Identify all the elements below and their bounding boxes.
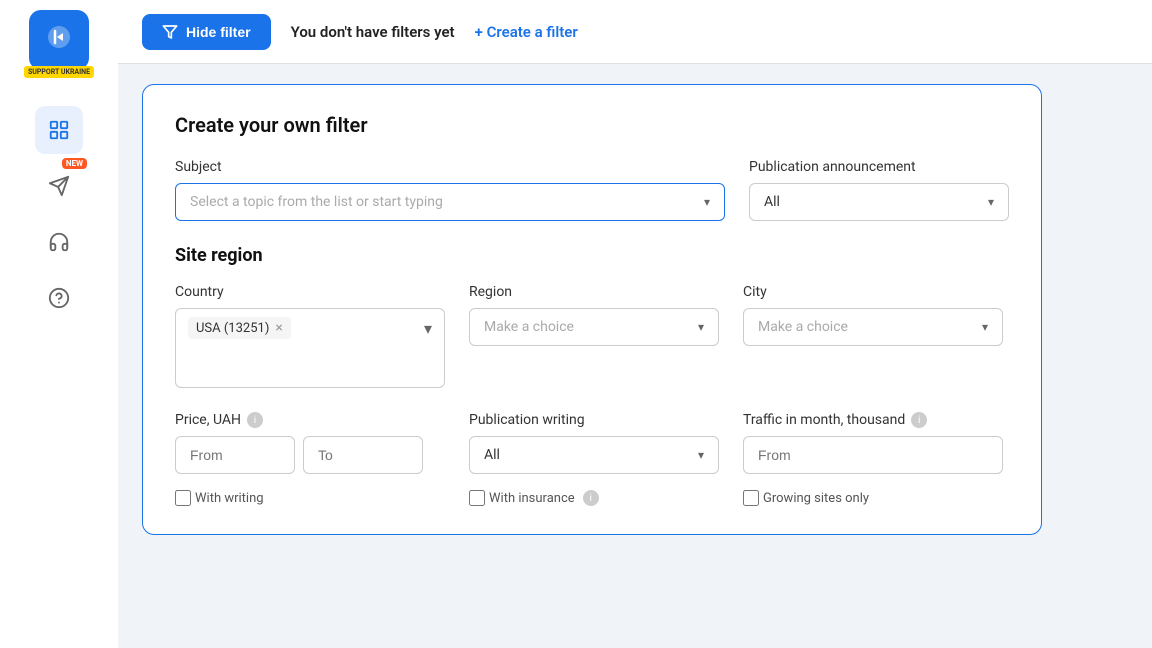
growing-sites-label: Growing sites only [763, 491, 869, 506]
traffic-info-icon[interactable]: i [911, 412, 927, 428]
publication-group: Publication announcement All ▾ [749, 159, 1009, 221]
sidebar-item-documents[interactable] [35, 106, 83, 154]
insurance-info-icon[interactable]: i [583, 490, 599, 506]
traffic-label: Traffic in month, thousand [743, 412, 905, 428]
with-insurance-checkbox[interactable] [469, 490, 485, 506]
hide-filter-label: Hide filter [186, 24, 251, 40]
country-tag-value: USA (13251) [196, 321, 269, 336]
price-label-row: Price, UAH i [175, 412, 445, 428]
hide-filter-button[interactable]: Hide filter [142, 14, 271, 50]
insurance-checkbox-row: With insurance i [469, 490, 719, 506]
price-checkbox-row: With writing [175, 490, 445, 506]
pub-writing-value: All [484, 447, 500, 463]
main: Hide filter You don't have filters yet +… [118, 0, 1152, 648]
with-writing-label: With writing [195, 491, 264, 506]
country-label: Country [175, 284, 445, 300]
logo-icon [45, 23, 73, 57]
publication-select[interactable]: All ▾ [749, 183, 1009, 221]
remove-tag-icon[interactable]: × [275, 320, 282, 336]
country-tag: USA (13251) × [188, 317, 291, 339]
site-region-title: Site region [175, 245, 1009, 266]
chevron-down-icon: ▾ [704, 195, 710, 209]
filter-title: Create your own filter [175, 113, 1009, 137]
subject-row: Subject Select a topic from the list or … [175, 159, 1009, 221]
sidebar-nav: NEW [0, 106, 118, 322]
logo: SUPPORT UKRAINE [29, 10, 89, 70]
filter-icon [162, 24, 178, 40]
price-to-input[interactable] [303, 436, 423, 474]
site-region-row: Country USA (13251) × ▾ Region Make a ch… [175, 284, 1009, 388]
traffic-label-row: Traffic in month, thousand i [743, 412, 1003, 428]
growing-checkbox-row: Growing sites only [743, 490, 1003, 506]
city-select[interactable]: Make a choice ▾ [743, 308, 1003, 346]
country-chevron-icon: ▾ [424, 319, 432, 338]
publication-value: All [764, 194, 780, 210]
chevron-down-icon: ▾ [982, 320, 988, 334]
price-from-input[interactable] [175, 436, 295, 474]
filter-card: Create your own filter Subject Select a … [142, 84, 1042, 535]
chevron-down-icon: ▾ [988, 195, 994, 209]
sidebar: SUPPORT UKRAINE NEW [0, 0, 118, 648]
region-placeholder: Make a choice [484, 319, 574, 335]
no-filters-text: You don't have filters yet [291, 23, 455, 41]
create-filter-link[interactable]: + Create a filter [475, 23, 578, 41]
city-placeholder: Make a choice [758, 319, 848, 335]
country-group: Country USA (13251) × ▾ [175, 284, 445, 388]
city-group: City Make a choice ▾ [743, 284, 1003, 388]
with-writing-checkbox[interactable] [175, 490, 191, 506]
price-info-icon[interactable]: i [247, 412, 263, 428]
subject-group: Subject Select a topic from the list or … [175, 159, 725, 221]
pub-writing-select[interactable]: All ▾ [469, 436, 719, 474]
price-row: Price, UAH i With writing Publication wr… [175, 412, 1009, 506]
sidebar-item-help[interactable] [35, 274, 83, 322]
support-badge: SUPPORT UKRAINE [24, 66, 94, 78]
content: Create your own filter Subject Select a … [118, 64, 1152, 648]
topbar: Hide filter You don't have filters yet +… [118, 0, 1152, 64]
chevron-down-icon: ▾ [698, 448, 704, 462]
growing-sites-checkbox[interactable] [743, 490, 759, 506]
region-group: Region Make a choice ▾ [469, 284, 719, 388]
price-label: Price, UAH [175, 412, 241, 428]
subject-placeholder: Select a topic from the list or start ty… [190, 194, 443, 210]
traffic-from-input[interactable] [743, 436, 1003, 474]
city-label: City [743, 284, 1003, 300]
pub-writing-label: Publication writing [469, 412, 719, 428]
sidebar-item-support[interactable] [35, 218, 83, 266]
region-label: Region [469, 284, 719, 300]
traffic-group: Traffic in month, thousand i Growing sit… [743, 412, 1003, 506]
sidebar-item-send[interactable]: NEW [35, 162, 83, 210]
price-range-inputs [175, 436, 445, 474]
new-badge: NEW [62, 158, 87, 169]
price-group: Price, UAH i With writing [175, 412, 445, 506]
chevron-down-icon: ▾ [698, 320, 704, 334]
country-tag-input[interactable]: USA (13251) × ▾ [175, 308, 445, 388]
subject-select[interactable]: Select a topic from the list or start ty… [175, 183, 725, 221]
subject-label: Subject [175, 159, 725, 175]
publication-label: Publication announcement [749, 159, 1009, 175]
pub-writing-group: Publication writing All ▾ With insurance… [469, 412, 719, 506]
with-insurance-label: With insurance [489, 491, 575, 506]
region-select[interactable]: Make a choice ▾ [469, 308, 719, 346]
